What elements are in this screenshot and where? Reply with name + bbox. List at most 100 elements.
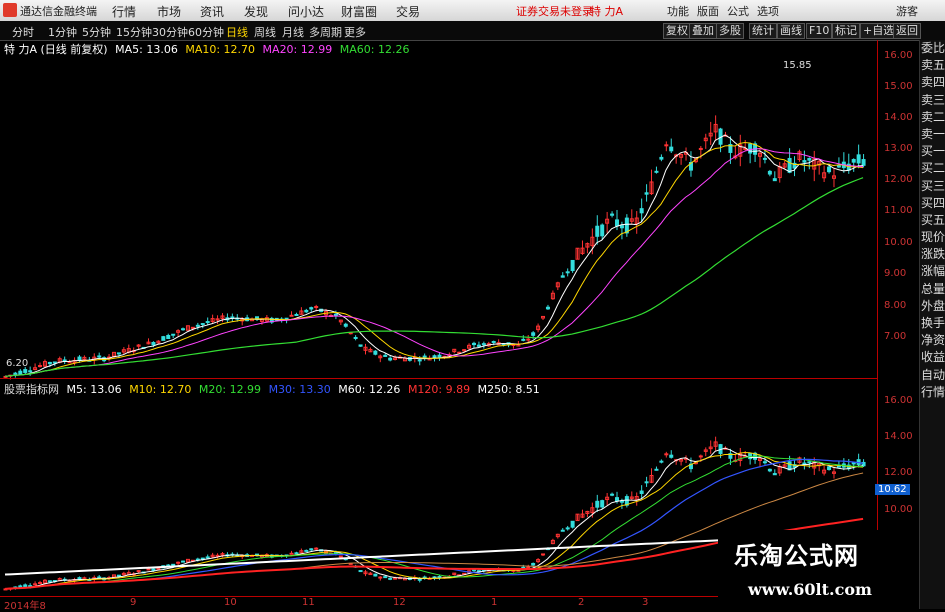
side-item[interactable]: 净资 [920,332,945,349]
btn-mark[interactable]: 标记 [832,23,860,39]
candle-body [289,314,294,317]
tool-function[interactable]: 功能 [667,3,689,19]
menu-market[interactable]: 市场 [157,3,181,20]
side-item[interactable]: 买五 [920,212,945,229]
candle-body [378,576,383,579]
candle-body [304,549,309,552]
ma20-label: MA20: 12.99 [262,43,333,56]
side-item[interactable]: 委比 [920,40,945,57]
side-item[interactable]: 买一 [920,143,945,160]
tool-layout[interactable]: 版面 [697,3,719,19]
candle-body [353,336,358,339]
kline-chart[interactable]: 15.85 6.20 [0,40,877,596]
ma20-line [4,148,864,377]
candle-body [358,344,363,347]
side-item[interactable]: 总量 [920,281,945,298]
side-item[interactable]: 卖一 [920,126,945,143]
side-item[interactable]: 涨幅 [920,263,945,280]
menu-news[interactable]: 资讯 [200,3,224,20]
candle-body [659,156,664,160]
side-item[interactable]: 涨跌 [920,246,945,263]
side-item[interactable]: 现价 [920,229,945,246]
price-axis: 16.00 15.00 14.00 13.00 12.00 11.00 10.0… [877,40,920,596]
menu-wealth[interactable]: 财富圈 [341,3,377,20]
btn-draw[interactable]: 画线 [777,23,805,39]
candle-body [156,567,161,570]
candle-body [521,338,526,341]
side-item[interactable]: 卖五 [920,57,945,74]
candle-body [383,576,388,579]
period-60min[interactable]: 60分钟 [188,24,224,40]
candle-body [23,584,28,588]
side-item[interactable]: 换手 [920,315,945,332]
candle-body [200,557,205,560]
menu-quotes[interactable]: 行情 [112,3,136,20]
period-monthly[interactable]: 月线 [282,24,304,40]
m60-label: M60: 12.26 [338,383,401,396]
candle-body [215,554,220,557]
period-30min[interactable]: 30分钟 [152,24,188,40]
candle-body [619,500,624,503]
period-weekly[interactable]: 周线 [254,24,276,40]
candle-body [373,573,378,577]
candle-body [827,166,832,173]
candle-body [526,338,531,341]
candle-body [422,355,427,358]
period-more[interactable]: 更多 [344,24,366,40]
btn-stats[interactable]: 统计 [749,23,777,39]
period-15min[interactable]: 15分钟 [116,24,152,40]
m10-label: M10: 12.70 [129,383,192,396]
side-item[interactable]: 买三 [920,178,945,195]
xtick: 3 [642,597,649,608]
candle-body [614,497,619,502]
login-notice[interactable]: 证券交易未登录 [516,3,593,19]
side-item[interactable]: 买四 [920,195,945,212]
tool-options[interactable]: 选项 [757,3,779,19]
btn-f10[interactable]: F10 [806,23,833,39]
candle-body [146,568,151,571]
period-daily[interactable]: 日线 [226,24,248,40]
side-item[interactable]: 自动 [920,367,945,384]
candle-body [181,560,186,563]
side-item[interactable]: 行情 [920,384,945,401]
candle-body [97,355,102,358]
candle-body [38,365,43,368]
side-item[interactable]: 收益 [920,349,945,366]
side-item[interactable]: 外盘 [920,298,945,315]
period-1min[interactable]: 1分钟 [48,24,77,40]
candle-body [294,313,299,316]
tool-guest[interactable]: 游客 [896,3,918,19]
btn-restore-rights[interactable]: 复权 [663,23,691,39]
candle-body [289,552,294,555]
menu-discover[interactable]: 发现 [244,3,268,20]
app-logo-icon [3,3,17,17]
period-timeshare[interactable]: 分时 [12,24,34,40]
ytick: 9.00 [884,268,907,279]
side-item[interactable]: 买二 [920,160,945,177]
candle-body [669,454,674,458]
candle-body [856,154,861,164]
candle-body [565,271,570,274]
candle-body [610,213,615,216]
candle-body [772,473,777,476]
btn-overlay[interactable]: 叠加 [689,23,717,39]
tool-formula[interactable]: 公式 [727,3,749,19]
candle-body [432,355,437,358]
candle-body [373,350,378,355]
candle-body [851,159,856,163]
btn-multistock[interactable]: 多股 [716,23,744,39]
btn-add-watch[interactable]: +自选 [860,23,898,39]
btn-back[interactable]: 返回 [893,23,921,39]
m30-label: M30: 13.30 [268,383,331,396]
ytick: 13.00 [884,143,913,154]
candle-body [294,552,299,555]
menu-trade[interactable]: 交易 [396,3,420,20]
period-5min[interactable]: 5分钟 [82,24,111,40]
menu-ask[interactable]: 问小达 [288,3,324,20]
side-item[interactable]: 卖二 [920,109,945,126]
side-item[interactable]: 卖四 [920,74,945,91]
side-item[interactable]: 卖三 [920,92,945,109]
high-label: 15.85 [783,60,812,71]
period-multi[interactable]: 多周期 [309,24,342,40]
candle-body [807,461,812,464]
